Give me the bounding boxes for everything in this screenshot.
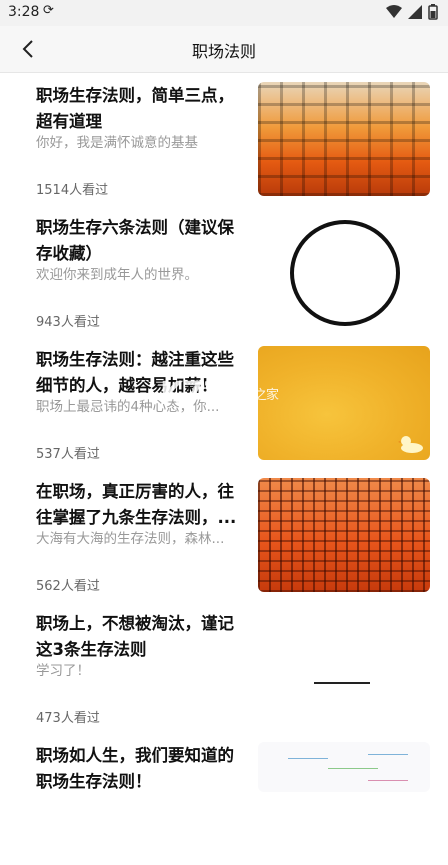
article-subtitle: 学习了！ xyxy=(36,663,90,679)
mindmap-branch xyxy=(328,768,378,769)
mindmap-branch xyxy=(368,780,408,781)
status-icons xyxy=(386,4,438,20)
article-card[interactable]: 职场上，不想被淘汰，谨记这3条生存法则 学习了！ 473人看过 xyxy=(0,601,448,733)
view-count: 473人看过 xyxy=(36,711,100,726)
mindmap-branch xyxy=(288,758,328,759)
rubber-duck-icon xyxy=(398,436,423,453)
circle-shape xyxy=(290,220,400,326)
article-title: 职场上，不想被淘汰，谨记这3条生存法则 xyxy=(36,614,234,659)
app-header: 职场法则 xyxy=(0,26,448,73)
article-list: 职场生存法则，简单三点，超有道理 你好，我是满怀诚意的基基 1514人看过 职场… xyxy=(0,73,448,865)
watermark-logo: K73 xyxy=(160,376,223,411)
sync-icon: ⟳ xyxy=(43,3,54,18)
article-thumbnail[interactable] xyxy=(258,742,430,792)
article-thumbnail[interactable] xyxy=(258,610,430,724)
article-card[interactable]: 职场生存六条法则（建议保存收藏） 欢迎你来到成年人的世界。 943人看过 xyxy=(0,205,448,337)
view-count: 562人看过 xyxy=(36,579,100,594)
watermark-text: 游戏之家 xyxy=(230,388,279,403)
article-thumbnail[interactable] xyxy=(258,478,430,592)
article-card[interactable]: 职场生存法则，简单三点，超有道理 你好，我是满怀诚意的基基 1514人看过 xyxy=(0,73,448,205)
article-card[interactable]: 职场如人生，我们要知道的职场生存法则！ xyxy=(0,733,448,865)
view-count: 943人看过 xyxy=(36,315,100,330)
article-card[interactable]: 在职场，真正厉害的人，往往掌握了九条生存法则，... 大海有大海的生存法则，森林… xyxy=(0,469,448,601)
article-subtitle: 欢迎你来到成年人的世界。 xyxy=(36,267,198,283)
watermark: K73 游戏之家 xyxy=(160,376,300,416)
article-thumbnail[interactable] xyxy=(258,82,430,196)
battery-icon xyxy=(428,4,438,20)
article-title: 在职场，真正厉害的人，往往掌握了九条生存法则，... xyxy=(36,482,237,527)
article-subtitle: 你好，我是满怀诚意的基基 xyxy=(36,135,198,151)
article-title: 职场生存六条法则（建议保存收藏） xyxy=(36,218,234,263)
view-count: 1514人看过 xyxy=(36,183,109,198)
status-bar: 3:28 ⟳ xyxy=(0,0,448,26)
article-subtitle: 大海有大海的生存法则，森林... xyxy=(36,531,225,547)
status-time: 3:28 xyxy=(8,4,40,20)
article-title: 职场生存法则，简单三点，超有道理 xyxy=(36,86,234,131)
wifi-icon xyxy=(386,5,402,18)
divider-line xyxy=(314,682,370,684)
article-title: 职场如人生，我们要知道的职场生存法则！ xyxy=(36,746,234,791)
signal-icon xyxy=(408,5,422,19)
view-count: 537人看过 xyxy=(36,447,100,462)
mindmap-branch xyxy=(368,754,408,755)
article-thumbnail[interactable] xyxy=(287,214,401,328)
page-title: 职场法则 xyxy=(191,42,256,61)
